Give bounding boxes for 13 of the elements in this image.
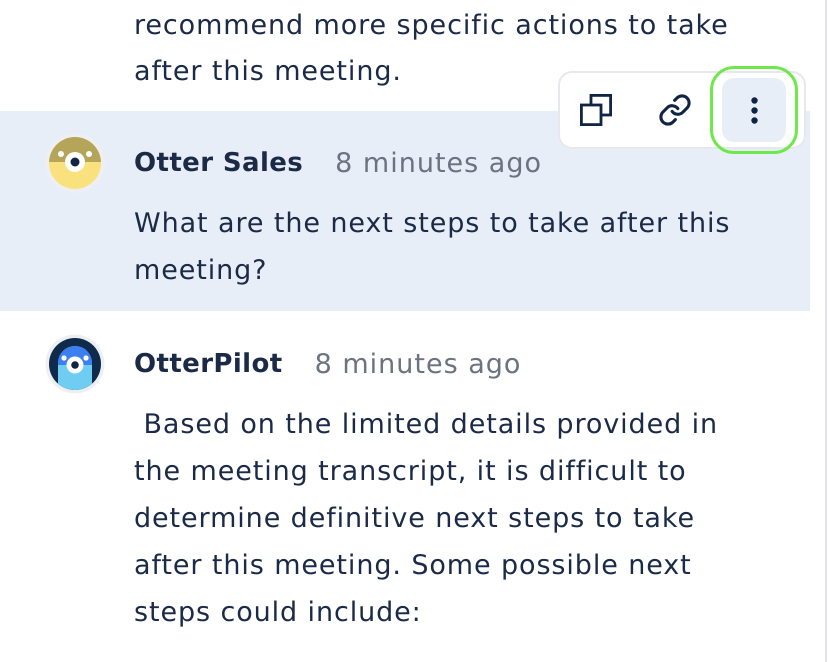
- message-text: recommend more specific actions to take after this meeting.: [134, 9, 730, 89]
- avatar-icon: [45, 133, 105, 193]
- timestamp: 8 minutes ago: [335, 148, 542, 178]
- author-name: OtterPilot: [134, 349, 283, 379]
- avatar-icon: [45, 334, 105, 394]
- message-text: Based on the limited details provided in the meeting transcript, it is difficult to determine definitive next steps to take after this meeting. Some possible next steps could include:: [134, 408, 720, 630]
- more-button[interactable]: [722, 78, 786, 142]
- copy-icon: [580, 94, 612, 126]
- more-icon: [750, 96, 758, 124]
- author-name: Otter Sales: [134, 148, 304, 178]
- message-text: What are the next steps to take after this meeting?: [134, 207, 732, 288]
- timestamp: 8 minutes ago: [314, 348, 522, 380]
- link-icon: [658, 93, 692, 127]
